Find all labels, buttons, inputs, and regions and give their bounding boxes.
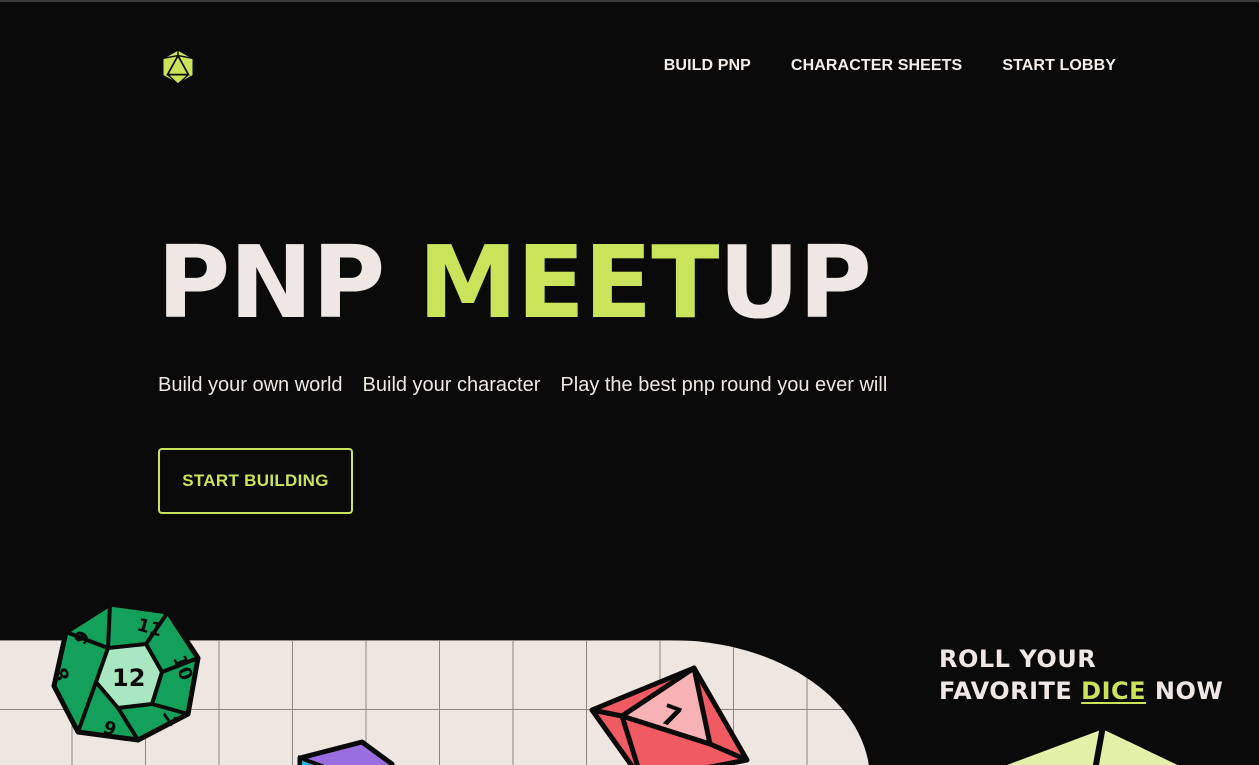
d12-die-icon: 11 10 7 6 8 9 12: [51, 601, 201, 743]
tagline-world: Build your own world: [158, 374, 343, 396]
hero-title-accent: MEET: [418, 224, 719, 341]
hero-taglines: Build your own world Build your characte…: [158, 374, 887, 397]
hero-title: PNP MEETUP: [157, 228, 872, 338]
roll-line-2-end: NOW: [1146, 677, 1224, 705]
window-top-border: [0, 0, 1259, 2]
nav-build-pnp[interactable]: BUILD PNP: [664, 57, 751, 75]
main-nav: BUILD PNP CHARACTER SHEETS START LOBBY: [664, 57, 1116, 75]
tagline-character: Build your character: [362, 374, 541, 396]
d20-icon[interactable]: [159, 48, 197, 86]
yellow-die-icon: [989, 723, 1192, 765]
hero-title-part1: PNP: [157, 224, 419, 341]
nav-character-sheets[interactable]: CHARACTER SHEETS: [791, 57, 962, 75]
d12-face-12: 12: [112, 664, 145, 692]
tagline-play: Play the best pnp round you ever will: [560, 374, 888, 396]
purple-die-icon: [297, 739, 395, 765]
d8-die-icon: 7: [589, 665, 750, 765]
roll-dice-heading: ROLL YOUR FAVORITE DICE NOW: [939, 643, 1223, 707]
hero-title-part2: UP: [718, 224, 871, 341]
roll-line-1: ROLL YOUR: [939, 645, 1097, 673]
roll-line-2: FAVORITE DICE NOW: [939, 675, 1223, 707]
nav-start-lobby[interactable]: START LOBBY: [1002, 57, 1116, 75]
dice-link[interactable]: DICE: [1081, 677, 1146, 705]
roll-line-2-start: FAVORITE: [939, 677, 1082, 705]
start-building-button[interactable]: START BUILDING: [158, 448, 353, 514]
